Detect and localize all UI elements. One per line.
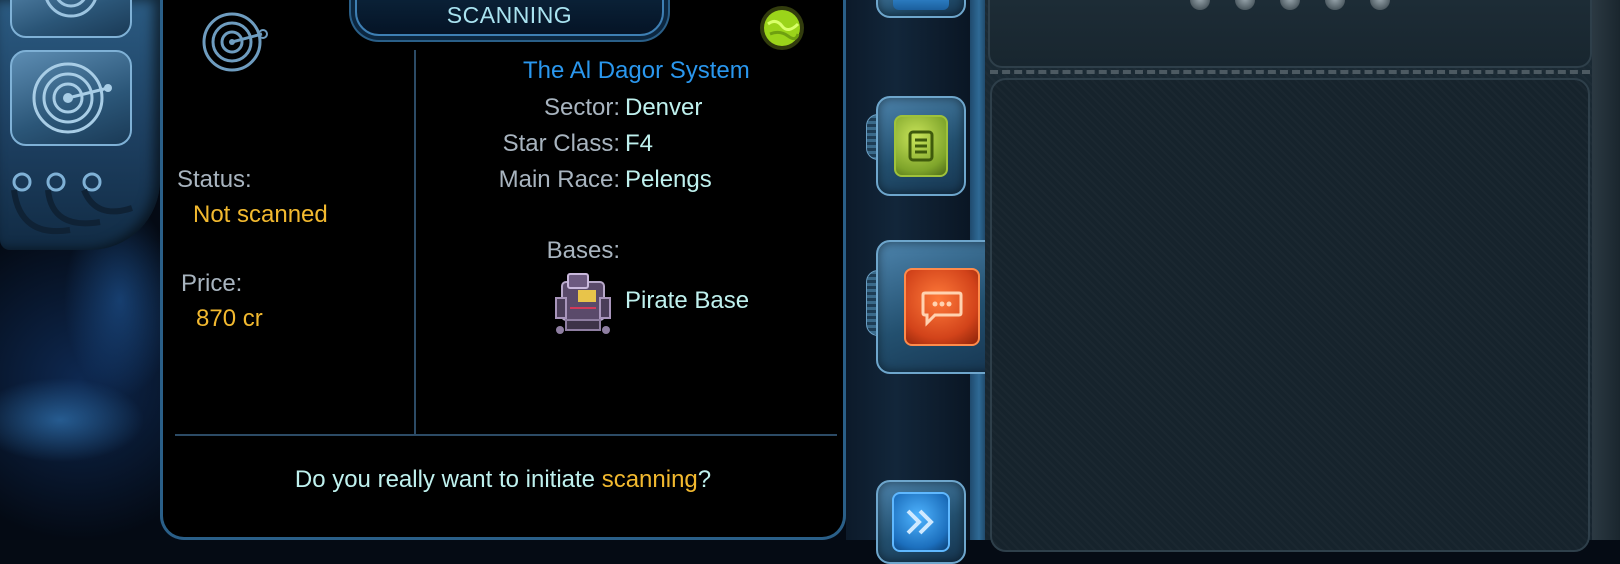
- pirate-base-icon[interactable]: [548, 268, 618, 338]
- sector-value: Denver: [625, 94, 703, 121]
- rivet: [1325, 0, 1345, 10]
- status-value: Not scanned: [193, 201, 328, 228]
- radar-icon: [202, 12, 268, 72]
- price-value: 870 cr: [196, 305, 263, 332]
- right-edge-rail: [1592, 0, 1620, 540]
- system-name: The Al Dagor System: [523, 57, 750, 84]
- bases-label: Bases:: [546, 237, 620, 264]
- radar-dial-icon: [32, 62, 112, 134]
- status-label: Status:: [177, 166, 252, 193]
- next-button-face: [892, 492, 950, 552]
- top-button-face: [893, 0, 949, 10]
- top-side-button[interactable]: [876, 0, 966, 18]
- notes-button-face: [894, 115, 948, 177]
- main-race-value: Pelengs: [625, 166, 712, 193]
- planet-icon: [760, 6, 804, 50]
- left-device-panel: [0, 0, 160, 250]
- dashed-divider: [990, 70, 1590, 74]
- price-label: Price:: [181, 270, 243, 297]
- right-content-area: [990, 78, 1590, 552]
- confirm-question: Do you really want to initiate scanning?: [160, 466, 846, 494]
- question-prefix: Do you really want to initiate: [294, 466, 602, 493]
- question-highlight: scanning: [601, 466, 698, 493]
- right-top-frame: [988, 0, 1592, 68]
- base-name[interactable]: Pirate Base: [625, 287, 749, 315]
- star-class-label: Star Class:: [502, 130, 620, 157]
- rivet: [1370, 0, 1390, 10]
- chat-icon: [921, 291, 963, 327]
- footer-divider: [175, 434, 837, 436]
- notes-button[interactable]: [876, 96, 966, 196]
- notes-icon: [908, 130, 934, 162]
- sector-label: Sector:: [543, 94, 620, 121]
- left-radar-button[interactable]: [10, 50, 132, 146]
- left-top-button[interactable]: [10, 0, 132, 38]
- next-button[interactable]: [876, 480, 966, 564]
- double-chevron-right-icon: [906, 509, 934, 535]
- column-divider: [414, 50, 416, 434]
- rivet: [1235, 0, 1255, 10]
- radar-dial-icon: [45, 0, 97, 18]
- chat-button-face: [904, 268, 980, 346]
- rivet: [1190, 0, 1210, 10]
- cable-rings: [11, 172, 133, 235]
- question-suffix: ?: [697, 466, 712, 493]
- star-class-value: F4: [625, 130, 654, 157]
- main-race-label: Main Race:: [498, 166, 620, 193]
- dialog-title: SCANNING: [446, 1, 573, 28]
- dialog-title-tab: SCANNING: [355, 0, 664, 36]
- rivet: [1280, 0, 1300, 10]
